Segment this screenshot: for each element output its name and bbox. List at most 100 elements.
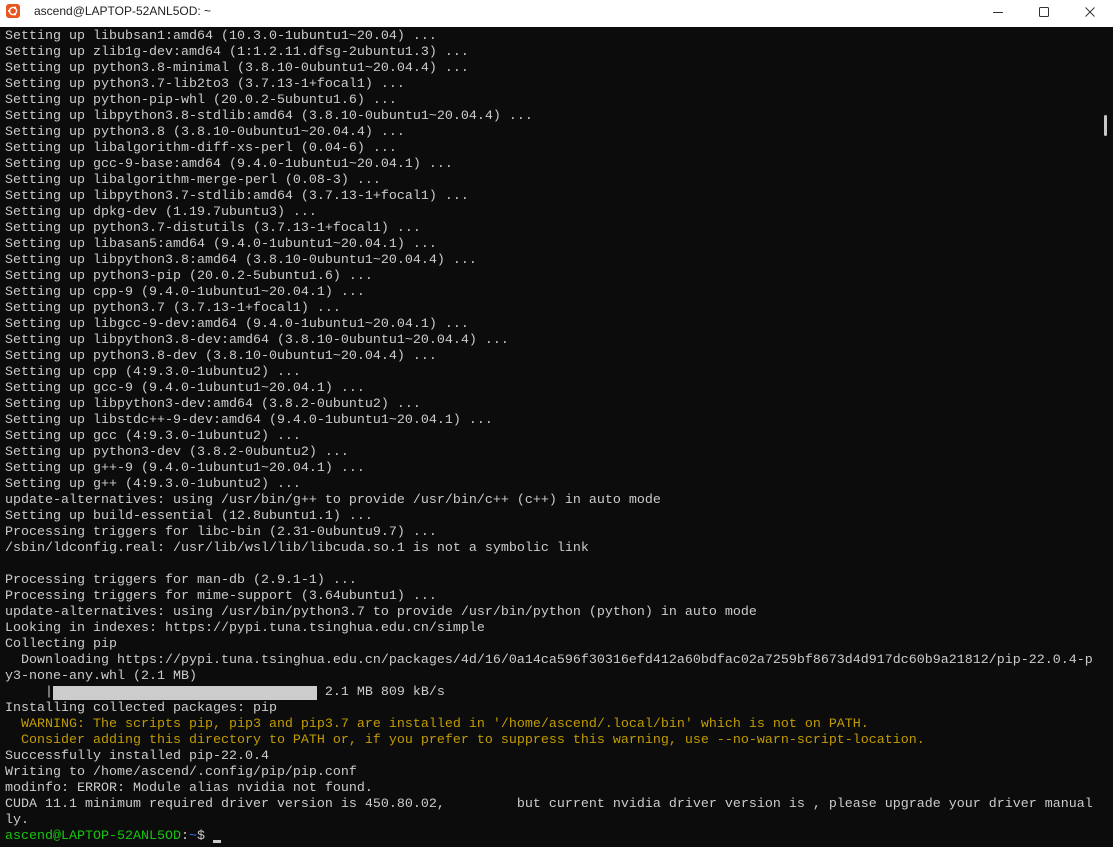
output-line: Writing to /home/ascend/.config/pip/pip.… xyxy=(5,765,1101,781)
line-text: Writing to /home/ascend/.config/pip/pip.… xyxy=(5,765,357,780)
close-button[interactable] xyxy=(1067,0,1113,23)
line-text: Setting up libalgorithm-merge-perl (0.08… xyxy=(5,173,381,188)
output-line: Setting up libalgorithm-diff-xs-perl (0.… xyxy=(5,141,1101,157)
terminal-output[interactable]: Setting up libubsan1:amd64 (10.3.0-1ubun… xyxy=(0,27,1113,847)
line-text: CUDA 11.1 minimum required driver versio… xyxy=(5,797,1093,812)
output-line: Setting up cpp-9 (9.4.0-1ubuntu1~20.04.1… xyxy=(5,285,1101,301)
line-text: Setting up python3-dev (3.8.2-0ubuntu2) … xyxy=(5,445,349,460)
line-text: Collecting pip xyxy=(5,637,117,652)
line-text: Setting up libpython3.8-stdlib:amd64 (3.… xyxy=(5,109,533,124)
output-line: Setting up libalgorithm-merge-perl (0.08… xyxy=(5,173,1101,189)
progress-bar xyxy=(53,686,317,700)
line-text: Processing triggers for man-db (2.9.1-1)… xyxy=(5,573,357,588)
output-line: Setting up libubsan1:amd64 (10.3.0-1ubun… xyxy=(5,29,1101,45)
output-line: Setting up libasan5:amd64 (9.4.0-1ubuntu… xyxy=(5,237,1101,253)
output-line: Setting up python3.8 (3.8.10-0ubuntu1~20… xyxy=(5,125,1101,141)
output-line: Processing triggers for man-db (2.9.1-1)… xyxy=(5,573,1101,589)
output-line: Setting up libpython3.8-stdlib:amd64 (3.… xyxy=(5,109,1101,125)
line-text: Downloading https://pypi.tuna.tsinghua.e… xyxy=(5,653,1093,668)
line-text: Setting up build-essential (12.8ubuntu1.… xyxy=(5,509,373,524)
output-line: Setting up libpython3.8-dev:amd64 (3.8.1… xyxy=(5,333,1101,349)
line-text: y3-none-any.whl (2.1 MB) xyxy=(5,669,197,684)
progress-line: | 2.1 MB 809 kB/s xyxy=(5,685,1101,701)
output-line: Setting up cpp (4:9.3.0-1ubuntu2) ... xyxy=(5,365,1101,381)
line-text: Setting up python3.7-distutils (3.7.13-1… xyxy=(5,221,421,236)
output-line: Setting up python3-dev (3.8.2-0ubuntu2) … xyxy=(5,445,1101,461)
output-line: Setting up python3.8-dev (3.8.10-0ubuntu… xyxy=(5,349,1101,365)
prompt-separator: : xyxy=(180,829,189,844)
line-text: Setting up python3.7-lib2to3 (3.7.13-1+f… xyxy=(5,77,405,92)
line-text: Successfully installed pip-22.0.4 xyxy=(5,749,269,764)
output-line: Setting up libpython3.7-stdlib:amd64 (3.… xyxy=(5,189,1101,205)
minimize-button[interactable] xyxy=(975,0,1021,23)
line-text: Setting up libpython3.8-dev:amd64 (3.8.1… xyxy=(5,333,509,348)
scrollbar[interactable] xyxy=(1104,27,1107,847)
line-text: Processing triggers for libc-bin (2.31-0… xyxy=(5,525,437,540)
line-text: Setting up libpython3.8:amd64 (3.8.10-0u… xyxy=(5,253,477,268)
line-text: modinfo: ERROR: Module alias nvidia not … xyxy=(5,781,373,796)
line-text: Setting up cpp-9 (9.4.0-1ubuntu1~20.04.1… xyxy=(5,285,365,300)
maximize-button[interactable] xyxy=(1021,0,1067,23)
line-text: Setting up libgcc-9-dev:amd64 (9.4.0-1ub… xyxy=(5,317,469,332)
line-text: Setting up g++ (4:9.3.0-1ubuntu2) ... xyxy=(5,477,301,492)
minimize-icon xyxy=(993,7,1003,17)
progress-suffix: 2.1 MB 809 kB/s xyxy=(316,685,445,700)
output-line: Looking in indexes: https://pypi.tuna.ts… xyxy=(5,621,1101,637)
output-line: ly. xyxy=(5,813,1101,829)
line-text: update-alternatives: using /usr/bin/pyth… xyxy=(5,605,757,620)
line-text: Setting up gcc-9-base:amd64 (9.4.0-1ubun… xyxy=(5,157,453,172)
output-line: Setting up libgcc-9-dev:amd64 (9.4.0-1ub… xyxy=(5,317,1101,333)
progress-prefix: | xyxy=(5,685,53,700)
progress-bar-fill xyxy=(53,686,317,700)
output-line: modinfo: ERROR: Module alias nvidia not … xyxy=(5,781,1101,797)
output-line: Setting up libpython3-dev:amd64 (3.8.2-0… xyxy=(5,397,1101,413)
line-text: WARNING: The scripts pip, pip3 and pip3.… xyxy=(5,717,869,732)
line-text: /sbin/ldconfig.real: /usr/lib/wsl/lib/li… xyxy=(5,541,589,556)
line-text: Setting up g++-9 (9.4.0-1ubuntu1~20.04.1… xyxy=(5,461,365,476)
line-text: update-alternatives: using /usr/bin/g++ … xyxy=(5,493,661,508)
output-line: /sbin/ldconfig.real: /usr/lib/wsl/lib/li… xyxy=(5,541,1101,557)
line-text: Setting up python3-pip (20.0.2-5ubuntu1.… xyxy=(5,269,373,284)
terminal-cursor xyxy=(212,829,221,845)
title-bar[interactable]: ascend@LAPTOP-52ANL5OD: ~ xyxy=(0,0,1113,27)
output-line: Setting up gcc (4:9.3.0-1ubuntu2) ... xyxy=(5,429,1101,445)
line-text: Setting up gcc (4:9.3.0-1ubuntu2) ... xyxy=(5,429,301,444)
warning-line: WARNING: The scripts pip, pip3 and pip3.… xyxy=(5,717,1101,733)
output-line: Collecting pip xyxy=(5,637,1101,653)
line-text: Setting up cpp (4:9.3.0-1ubuntu2) ... xyxy=(5,365,301,380)
output-line: Setting up python3-pip (20.0.2-5ubuntu1.… xyxy=(5,269,1101,285)
line-text: Setting up libasan5:amd64 (9.4.0-1ubuntu… xyxy=(5,237,437,252)
close-icon xyxy=(1085,6,1095,17)
output-line: Downloading https://pypi.tuna.tsinghua.e… xyxy=(5,653,1101,669)
line-text: Setting up python3.8-dev (3.8.10-0ubuntu… xyxy=(5,349,437,364)
ubuntu-icon[interactable] xyxy=(6,4,20,18)
output-line: Setting up python3.7-lib2to3 (3.7.13-1+f… xyxy=(5,77,1101,93)
line-text: Setting up dpkg-dev (1.19.7ubuntu3) ... xyxy=(5,205,317,220)
output-line: Installing collected packages: pip xyxy=(5,701,1101,717)
line-text: Setting up zlib1g-dev:amd64 (1:1.2.11.df… xyxy=(5,45,469,60)
line-text: Setting up gcc-9 (9.4.0-1ubuntu1~20.04.1… xyxy=(5,381,365,396)
output-line: Processing triggers for mime-support (3.… xyxy=(5,589,1101,605)
line-text: Setting up python-pip-whl (20.0.2-5ubunt… xyxy=(5,93,397,108)
output-line: Successfully installed pip-22.0.4 xyxy=(5,749,1101,765)
line-text: Setting up libubsan1:amd64 (10.3.0-1ubun… xyxy=(5,29,437,44)
line-text: Setting up libstdc++-9-dev:amd64 (9.4.0-… xyxy=(5,413,493,428)
terminal-window: ascend@LAPTOP-52ANL5OD: ~ Setting up lib… xyxy=(0,0,1113,847)
line-text: Setting up python3.8 (3.8.10-0ubuntu1~20… xyxy=(5,125,405,140)
output-line: Processing triggers for libc-bin (2.31-0… xyxy=(5,525,1101,541)
output-line: Setting up dpkg-dev (1.19.7ubuntu3) ... xyxy=(5,205,1101,221)
prompt-line: ascend@LAPTOP-52ANL5OD:~$ xyxy=(5,829,1101,845)
terminal-lines: Setting up libubsan1:amd64 (10.3.0-1ubun… xyxy=(5,29,1101,845)
line-text: Setting up python3.7 (3.7.13-1+focal1) .… xyxy=(5,301,341,316)
scrollbar-thumb[interactable] xyxy=(1104,114,1107,136)
output-line: Setting up python3.8-minimal (3.8.10-0ub… xyxy=(5,61,1101,77)
line-text: Setting up libpython3.7-stdlib:amd64 (3.… xyxy=(5,189,469,204)
maximize-icon xyxy=(1039,6,1049,17)
output-line: Setting up zlib1g-dev:amd64 (1:1.2.11.df… xyxy=(5,45,1101,61)
line-text: Setting up python3.8-minimal (3.8.10-0ub… xyxy=(5,61,469,76)
line-text: Consider adding this directory to PATH o… xyxy=(5,733,925,748)
output-line: update-alternatives: using /usr/bin/pyth… xyxy=(5,605,1101,621)
prompt-user-host: ascend@LAPTOP-52ANL5OD xyxy=(5,829,181,844)
line-text: ly. xyxy=(5,813,29,828)
